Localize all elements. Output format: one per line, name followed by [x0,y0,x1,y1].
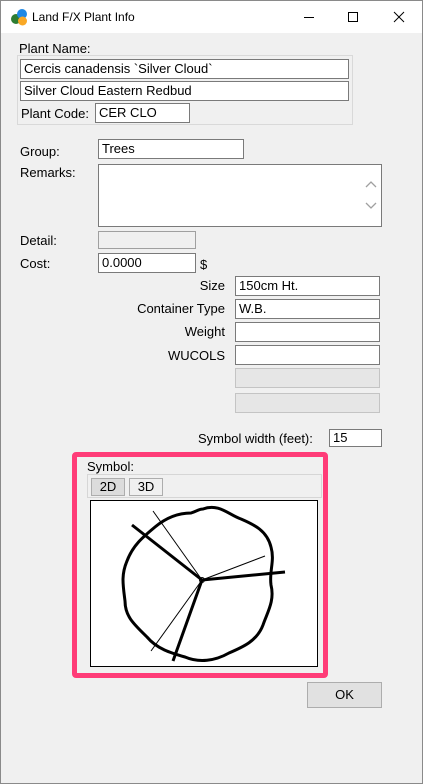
scroll-up-icon[interactable] [365,179,377,189]
cost-label: Cost: [20,256,51,271]
symbol-label: Symbol: [87,459,134,474]
ok-button[interactable]: OK [307,682,382,708]
symbol-width-label: Symbol width (feet): [198,431,313,446]
wucols-label: WUCOLS [167,348,225,363]
canopy-outline [121,505,274,662]
group-label: Group: [20,144,60,159]
wucols-field[interactable] [235,345,380,365]
container-type-field[interactable]: W.B. [235,299,380,319]
remarks-label: Remarks: [20,165,76,180]
size-label: Size [199,278,225,293]
tab-3d[interactable]: 3D [129,478,163,496]
plant-info-window: Land F/X Plant Info Plant Name: Cercis c… [0,0,423,784]
plant-name-label: Plant Name: [19,41,91,56]
close-button[interactable] [377,1,421,33]
maximize-icon [348,12,358,22]
weight-label: Weight [184,324,225,339]
size-field[interactable]: 150cm Ht. [235,276,380,296]
landfx-app-icon [11,9,27,26]
close-icon [393,11,405,23]
cost-field[interactable]: 0.0000 [98,253,196,273]
symbol-preview-canvas [90,500,318,667]
minimize-icon [304,17,314,18]
plant-code-label: Plant Code: [21,106,89,121]
tree-symbol-drawing [121,505,286,662]
minimize-button[interactable] [287,1,331,33]
common-name-field[interactable]: Silver Cloud Eastern Redbud [20,81,349,101]
weight-field[interactable] [235,322,380,342]
botanical-name-field[interactable]: Cercis canadensis `Silver Cloud` [20,59,349,79]
remarks-textarea[interactable] [98,164,382,227]
title-bar[interactable]: Land F/X Plant Info [1,1,422,33]
container-type-label: Container Type [137,301,225,316]
extra-field-1 [235,368,380,388]
maximize-button[interactable] [331,1,375,33]
detail-label: Detail: [20,233,57,248]
symbol-width-field[interactable]: 15 [329,429,382,447]
extra-field-2 [235,393,380,413]
scroll-down-icon[interactable] [365,201,377,211]
detail-field [98,231,196,249]
window-title: Land F/X Plant Info [32,10,135,24]
currency-symbol: $ [200,257,208,272]
group-field[interactable]: Trees [98,139,244,159]
tab-2d[interactable]: 2D [91,478,125,496]
plant-code-field[interactable]: CER CLO [95,103,190,123]
